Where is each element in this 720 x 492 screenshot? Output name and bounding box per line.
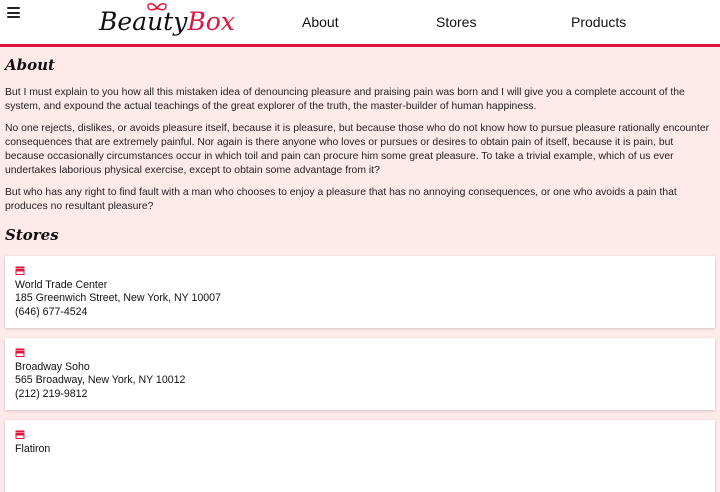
store-name: Flatiron [15, 442, 51, 455]
logo-text-beauty: Beauty [99, 7, 188, 36]
store-icon [15, 348, 25, 357]
store-name: Broadway Soho [15, 360, 90, 373]
about-heading: About [5, 56, 55, 74]
store-phone[interactable]: (646) 677-4524 [15, 306, 705, 320]
store-icon [15, 266, 25, 275]
nav-about[interactable]: About [302, 14, 339, 30]
store-icon [15, 430, 25, 439]
stores-heading: Stores [5, 225, 59, 244]
store-address: 565 Broadway, New York, NY 10012 [15, 374, 186, 387]
about-paragraph-1: But I must explain to you how all this m… [5, 87, 685, 112]
nav-stores[interactable]: Stores [436, 14, 476, 30]
store-card[interactable]: Broadway Soho 565 Broadway, New York, NY… [5, 337, 715, 410]
store-card[interactable]: Flatiron [5, 419, 715, 492]
logo-text-box: Box [187, 7, 235, 36]
store-name: World Trade Center [15, 278, 108, 291]
hamburger-menu-icon[interactable] [7, 7, 20, 18]
about-paragraph-3: But who has any right to find fault with… [5, 187, 677, 212]
about-paragraph-2: No one rejects, dislikes, or avoids plea… [5, 123, 710, 176]
site-header: BeautyBox About Stores Products [0, 0, 720, 47]
bow-icon [147, 3, 167, 11]
nav-products[interactable]: Products [571, 14, 626, 30]
store-address: 185 Greenwich Street, New York, NY 10007 [15, 292, 221, 305]
store-phone[interactable]: (212) 219-9812 [15, 388, 705, 402]
main-content: About But I must explain to you how all … [0, 56, 720, 492]
store-card[interactable]: World Trade Center 185 Greenwich Street,… [5, 255, 715, 328]
logo[interactable]: BeautyBox [99, 3, 235, 41]
